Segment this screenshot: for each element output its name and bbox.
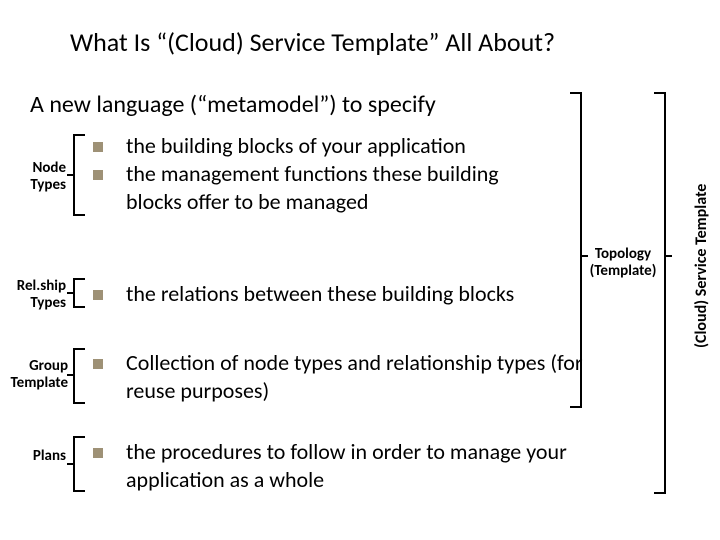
- bracket: [67, 463, 74, 465]
- bracket: [73, 402, 85, 404]
- slide-subtitle: A new language (“metamodel”) to specify: [30, 90, 436, 119]
- slide-title: What Is “(Cloud) Service Template” All A…: [70, 26, 555, 58]
- bracket: [73, 306, 85, 308]
- bracket: [654, 492, 666, 494]
- bracket: [73, 348, 75, 404]
- bracket: [73, 490, 85, 492]
- bracket: [570, 406, 582, 408]
- label-rel-types: Rel.ship Types: [10, 278, 66, 311]
- label-line: (Template): [590, 262, 657, 280]
- bracket: [67, 374, 74, 376]
- bullet-text: the building blocks of your application: [126, 132, 566, 160]
- bracket: [664, 92, 666, 494]
- label-line: Node: [32, 159, 66, 177]
- bullet-icon: [93, 170, 103, 180]
- bullet-text: the relations between these building blo…: [126, 280, 566, 308]
- bracket: [67, 292, 74, 294]
- label-vertical-service-template: (Cloud) Service Template: [692, 184, 711, 348]
- bullet-text: the procedures to follow in order to man…: [126, 438, 606, 493]
- bullet-icon: [93, 448, 103, 458]
- label-line: Group: [29, 357, 68, 375]
- bullet-icon: [93, 359, 103, 369]
- bracket: [73, 214, 85, 216]
- bullet-text: the management functions these building …: [126, 160, 546, 215]
- label-plans: Plans: [18, 448, 66, 465]
- bullet-icon: [93, 290, 103, 300]
- bracket: [665, 255, 672, 257]
- label-topology: Topology (Template): [587, 246, 659, 279]
- bracket: [67, 174, 74, 176]
- bullet-text: Collection of node types and relationshi…: [126, 349, 596, 404]
- label-line: Template: [11, 374, 68, 392]
- label-line: Topology: [595, 245, 651, 263]
- label-line: Rel.ship: [17, 277, 66, 295]
- label-line: Plans: [33, 447, 66, 465]
- bracket: [581, 255, 588, 257]
- bracket: [580, 92, 582, 408]
- label-line: Types: [30, 176, 66, 194]
- label-node-types: Node Types: [18, 160, 66, 193]
- bullet-icon: [93, 142, 103, 152]
- label-line: Types: [30, 294, 66, 312]
- label-group-template: Group Template: [0, 358, 68, 391]
